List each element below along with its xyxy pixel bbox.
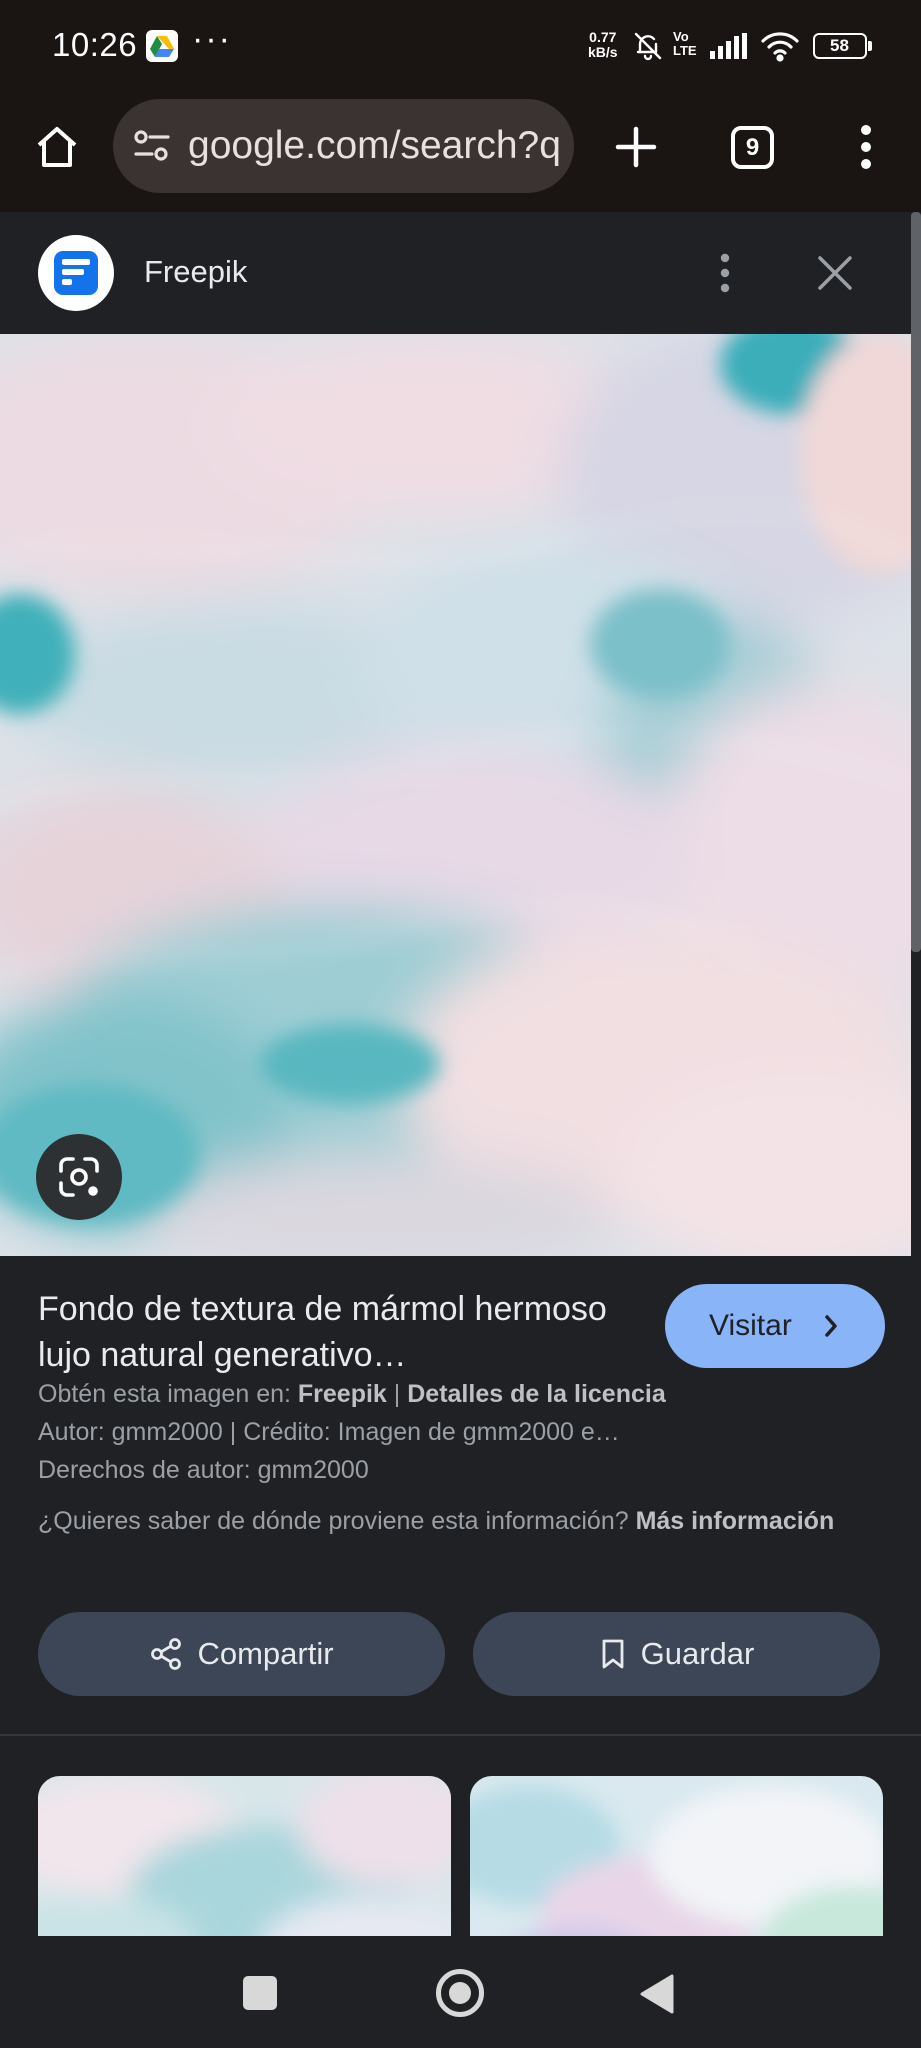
network-speed-value: 0.77 [589,29,617,45]
address-bar[interactable]: google.com/search?q [113,99,574,193]
bell-off-icon [632,30,664,67]
source-name[interactable]: Freepik [144,254,247,290]
volte-indicator: Vo LTE [673,30,697,58]
google-drive-icon [146,30,178,62]
battery-level: 58 [830,36,849,55]
visit-button-label: Visitar [709,1309,792,1342]
visit-button[interactable]: Visitar [665,1284,885,1368]
home-icon [37,127,77,167]
separator: | [393,1380,401,1408]
scrollbar[interactable] [911,212,921,952]
share-icon [151,1638,182,1670]
marble-image[interactable] [0,334,911,1256]
save-button[interactable]: Guardar [473,1612,880,1696]
info-question-text: ¿Quieres saber de dónde proviene esta in… [38,1507,629,1535]
home-nav-button[interactable] [436,1969,484,2017]
tab-switcher-button[interactable]: 9 [731,126,774,169]
source-link[interactable]: Freepik [298,1380,387,1408]
source-header: Freepik [0,212,911,334]
chevron-right-icon [825,1315,837,1337]
bookmark-icon [602,1639,624,1669]
recents-button[interactable] [243,1976,277,2010]
author-line: Autor: gmm2000 | Crédito: Imagen de gmm2… [38,1418,620,1446]
new-tab-button[interactable] [611,122,661,172]
image-title[interactable]: Fondo de textura de mármol hermoso lujo … [38,1286,648,1378]
source-line: Obtén esta imagen en: Freepik | Detalles… [38,1380,666,1409]
info-question: ¿Quieres saber de dónde proviene esta in… [38,1502,878,1540]
license-link[interactable]: Detalles de la licencia [407,1380,665,1408]
volte-bottom: LTE [673,43,697,58]
more-vert-icon[interactable] [710,250,740,296]
url-text[interactable]: google.com/search?q [188,124,561,168]
status-bar: 10:26 ··· 0.77 kB/s Vo LTE 58 [0,0,921,92]
tune-icon[interactable] [133,129,171,168]
home-button[interactable] [28,118,86,176]
copyright-line: Derechos de autor: gmm2000 [38,1456,369,1484]
source-prefix: Obtén esta imagen en: [38,1380,291,1408]
close-icon[interactable] [812,250,858,296]
signal-icon [710,33,750,64]
system-navigation-bar [0,1936,921,2048]
browser-toolbar: google.com/search?q 9 [0,92,921,212]
wifi-icon [760,30,800,67]
battery-icon: 58 [813,33,872,59]
network-speed: 0.77 kB/s [588,30,618,60]
back-icon[interactable] [640,1974,674,2014]
more-info-link[interactable]: Más información [636,1507,835,1535]
volte-top: Vo [673,29,689,44]
network-speed-unit: kB/s [588,44,618,60]
divider [0,1734,921,1736]
share-button[interactable]: Compartir [38,1612,445,1696]
image-info-panel: Fondo de textura de mármol hermoso lujo … [0,1256,921,1976]
status-time: 10:26 [52,26,138,63]
more-vert-icon[interactable] [851,122,881,172]
share-button-label: Compartir [197,1636,334,1671]
google-lens-button[interactable] [36,1134,122,1220]
notification-overflow-icon: ··· [192,20,232,58]
save-button-label: Guardar [640,1636,755,1671]
freepik-logo[interactable] [38,235,114,311]
plus-icon [615,126,657,168]
google-lens-icon [59,1157,99,1197]
